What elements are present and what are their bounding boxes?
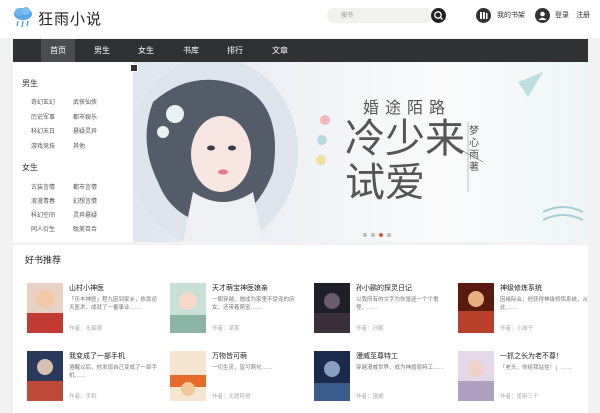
book-author: 作者：孙鹂 bbox=[356, 326, 384, 332]
book-author: 作者：小城子 bbox=[500, 326, 534, 332]
category-panel: 男生 奇幻玄幻 武侠仙侠 历史军事 都市娱乐 科幻末日 悬疑灵异 游戏竞技 其他… bbox=[13, 62, 133, 242]
recommend-section: 好书推荐 山村小神医 「乐丰神医」程九因到家乡，依靠逆天医术，成就了一番事业……… bbox=[13, 245, 588, 413]
book-cover[interactable] bbox=[27, 351, 63, 401]
header: 狂雨小说 搜书 我的书架 登录 注册 bbox=[0, 0, 600, 38]
category-link[interactable]: 幻想言情 bbox=[73, 196, 97, 205]
book-cover[interactable] bbox=[458, 283, 494, 333]
book-cover[interactable] bbox=[27, 283, 63, 333]
logo-cloud-icon[interactable] bbox=[13, 6, 33, 28]
book-author: 作者：无题阿哥 bbox=[212, 394, 251, 400]
main-nav: 首页 男生 女生 书库 排行 文章 bbox=[13, 39, 588, 62]
book-author: 作者：漫威 bbox=[356, 394, 384, 400]
nav-ranking[interactable]: 排行 bbox=[218, 39, 252, 62]
book-author: 作者：手机 bbox=[69, 394, 97, 400]
book-description: 一朝穿越，她成为家里不受宠的庶女，还带着萌宝…… bbox=[212, 297, 295, 311]
book-cover[interactable] bbox=[314, 351, 350, 401]
book-title[interactable]: 山村小神医 bbox=[69, 283, 104, 293]
category-link[interactable]: 其他 bbox=[73, 141, 85, 150]
book-card[interactable]: 万物皆可萌 一切生灵，皆可萌化…… 作者：无题阿哥 bbox=[170, 351, 300, 411]
logo-text[interactable]: 狂雨小说 bbox=[38, 8, 102, 29]
book-title[interactable]: 一抓之长为老不尊！ bbox=[500, 351, 563, 361]
category-link[interactable]: 悬疑灵异 bbox=[73, 126, 97, 135]
book-card[interactable]: 一抓之长为老不尊！ 「老头，你给我站住！」…… 作者：墨染三千 bbox=[458, 351, 588, 411]
login-link[interactable]: 登录 bbox=[555, 10, 569, 20]
category-link[interactable]: 同人衍生 bbox=[31, 224, 55, 233]
bookshelf-icon[interactable] bbox=[476, 8, 491, 23]
book-description: 「老头，你给我站住！」…… bbox=[500, 365, 572, 371]
book-card[interactable]: 孙小鹂的探灵日记 以我所有的文字为你驱逐一个个鬼怪，…… 作者：孙鹂 bbox=[314, 283, 444, 343]
book-description: 酒醒以后，他发现自己变成了一部手机…… bbox=[69, 365, 157, 379]
register-link[interactable]: 注册 bbox=[576, 10, 590, 20]
book-title[interactable]: 我变成了一部手机 bbox=[69, 351, 125, 361]
search-placeholder: 搜书 bbox=[341, 12, 354, 19]
carousel-dots bbox=[363, 230, 395, 239]
category-link[interactable]: 都市娱乐 bbox=[73, 112, 97, 121]
carousel-dot[interactable] bbox=[371, 233, 375, 237]
book-cover[interactable] bbox=[170, 351, 206, 401]
hero-banner[interactable]: 婚途陌路 冷少来试爱 梦心雨著 bbox=[133, 62, 588, 242]
nav-female[interactable]: 女生 bbox=[129, 39, 163, 62]
category-link[interactable]: 耽美百合 bbox=[73, 224, 97, 233]
book-title[interactable]: 天才萌宝神医娘亲 bbox=[212, 283, 268, 293]
category-link[interactable]: 游戏竞技 bbox=[31, 141, 55, 150]
book-description: 穿越漫威世界，成为神盾局特工…… bbox=[356, 365, 444, 371]
carousel-dot[interactable] bbox=[387, 233, 391, 237]
book-author: 作者：某某 bbox=[212, 326, 240, 332]
nav-library[interactable]: 书库 bbox=[174, 39, 208, 62]
book-author: 作者：无痕眼 bbox=[69, 326, 103, 332]
book-title[interactable]: 神级修炼系统 bbox=[500, 283, 542, 293]
banner-main-title: 冷少来试爱 bbox=[345, 116, 465, 206]
book-card[interactable]: 神级修炼系统 因缘际会，他获得神级修炼系统，从此…… 作者：小城子 bbox=[458, 283, 588, 343]
book-title[interactable]: 万物皆可萌 bbox=[212, 351, 247, 361]
male-category-heading: 男生 bbox=[22, 79, 38, 88]
category-link[interactable]: 科幻空间 bbox=[31, 210, 55, 219]
book-description: 因缘际会，他获得神级修炼系统，从此…… bbox=[500, 297, 588, 311]
book-title[interactable]: 孙小鹂的探灵日记 bbox=[356, 283, 412, 293]
my-bookshelf-link[interactable]: 我的书架 bbox=[497, 10, 525, 20]
category-link[interactable]: 都市言情 bbox=[73, 182, 97, 191]
book-card[interactable]: 天才萌宝神医娘亲 一朝穿越，她成为家里不受宠的庶女，还带着萌宝…… 作者：某某 bbox=[170, 283, 300, 343]
female-category-heading: 女生 bbox=[22, 163, 38, 172]
book-card[interactable]: 漫威至尊特工 穿越漫威世界，成为神盾局特工…… 作者：漫威 bbox=[314, 351, 444, 411]
search-icon bbox=[434, 11, 443, 20]
book-author: 作者：墨染三千 bbox=[500, 394, 539, 400]
book-description: 「乐丰神医」程九因到家乡，依靠逆天医术，成就了一番事业…… bbox=[69, 297, 157, 311]
book-cover[interactable] bbox=[458, 351, 494, 401]
nav-articles[interactable]: 文章 bbox=[263, 39, 297, 62]
banner-author: 梦心雨著 bbox=[469, 126, 479, 173]
category-link[interactable]: 奇幻玄幻 bbox=[31, 97, 55, 106]
banner-corner-marker bbox=[130, 64, 138, 72]
search-input[interactable]: 搜书 bbox=[327, 8, 433, 23]
book-title[interactable]: 漫威至尊特工 bbox=[356, 351, 398, 361]
category-link[interactable]: 古装言情 bbox=[31, 182, 55, 191]
nav-home[interactable]: 首页 bbox=[41, 39, 75, 62]
category-link[interactable]: 武侠仙侠 bbox=[73, 97, 97, 106]
search-button[interactable] bbox=[431, 8, 446, 23]
book-card[interactable]: 我变成了一部手机 酒醒以后，他发现自己变成了一部手机…… 作者：手机 bbox=[27, 351, 157, 411]
category-link[interactable]: 浪漫青春 bbox=[31, 196, 55, 205]
category-link[interactable]: 科幻末日 bbox=[31, 126, 55, 135]
book-card[interactable]: 山村小神医 「乐丰神医」程九因到家乡，依靠逆天医术，成就了一番事业…… 作者：无… bbox=[27, 283, 157, 343]
banner-top-title: 婚途陌路 bbox=[363, 98, 452, 117]
category-link[interactable]: 历史军事 bbox=[31, 112, 55, 121]
carousel-dot[interactable] bbox=[363, 233, 367, 237]
book-cover[interactable] bbox=[170, 283, 206, 333]
carousel-dot-active[interactable] bbox=[379, 233, 383, 237]
book-description: 以我所有的文字为你驱逐一个个鬼怪，…… bbox=[356, 297, 439, 311]
book-description: 一切生灵，皆可萌化…… bbox=[212, 365, 273, 371]
nav-male[interactable]: 男生 bbox=[85, 39, 119, 62]
user-icon[interactable] bbox=[535, 8, 550, 23]
recommend-title: 好书推荐 bbox=[25, 256, 62, 266]
book-cover[interactable] bbox=[314, 283, 350, 333]
category-link[interactable]: 灵异悬疑 bbox=[73, 210, 97, 219]
